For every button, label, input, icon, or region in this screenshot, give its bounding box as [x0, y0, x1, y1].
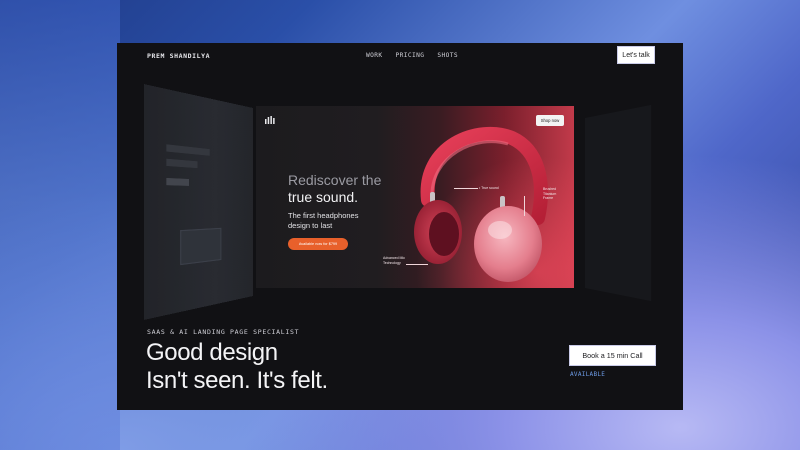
callout-line	[524, 196, 525, 216]
nav-links: WORK PRICING SHOTS	[366, 52, 458, 59]
callout-line	[454, 188, 478, 189]
hero-title-line2: true sound.	[288, 189, 359, 205]
callout-frame: Brushed Titanium Frame	[543, 187, 557, 200]
hero-subtitle: The first headphones design to last	[288, 211, 359, 230]
brand-logo-icon	[265, 116, 275, 124]
featured-shot-card[interactable]: Shop now Rediscover the true sound. The …	[256, 106, 574, 288]
carousel-card-left[interactable]	[144, 84, 253, 320]
headphones-image	[414, 127, 548, 282]
callout-line	[406, 264, 428, 265]
carousel-card-right[interactable]	[585, 104, 652, 302]
available-now-button[interactable]: Available now for $799	[288, 238, 348, 250]
top-nav: PREM SHANDILYA WORK PRICING SHOTS Let's …	[117, 43, 683, 69]
ghost-text-line	[166, 158, 198, 169]
brand-name[interactable]: PREM SHANDILYA	[147, 52, 210, 60]
hero-title-line1: Rediscover the	[288, 172, 382, 188]
ghost-image	[180, 227, 222, 266]
background-glow	[0, 0, 120, 450]
ghost-button	[166, 177, 189, 186]
callout-true-sound: • True sound	[479, 186, 499, 190]
hero-title: Rediscover the true sound.	[288, 172, 381, 206]
book-call-button[interactable]: Book a 15 min Call	[569, 345, 656, 366]
nav-link-shots[interactable]: SHOTS	[437, 52, 458, 59]
nav-link-work[interactable]: WORK	[366, 52, 383, 59]
lets-talk-button[interactable]: Let's talk	[617, 46, 655, 64]
ghost-text-line	[166, 144, 210, 156]
main-headline: Good design Isn't seen. It's felt.	[146, 339, 328, 395]
eyebrow-text: SAAS & AI LANDING PAGE SPECIALIST	[147, 328, 300, 336]
headline-line2: Isn't seen. It's felt.	[146, 367, 328, 394]
headline-line1: Good design	[146, 339, 278, 366]
callout-mic: Advanced Mic Technology	[383, 256, 405, 265]
nav-link-pricing[interactable]: PRICING	[396, 52, 425, 59]
website-frame: PREM SHANDILYA WORK PRICING SHOTS Let's …	[117, 43, 683, 410]
availability-status: AVAILABLE	[570, 371, 606, 378]
